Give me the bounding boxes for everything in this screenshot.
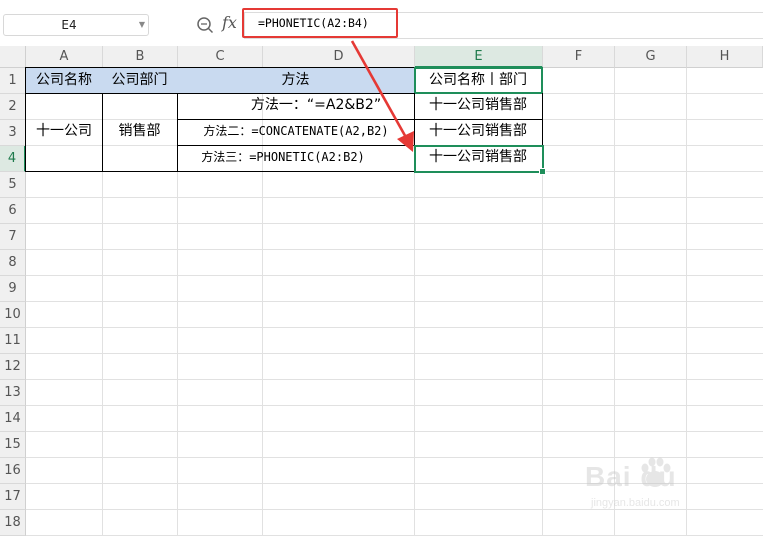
row-header-18[interactable]: 18 [0, 510, 26, 536]
cell-c2[interactable]: 方法一：“=A2&B2” [177, 93, 415, 120]
row-header-1[interactable]: 1 [0, 68, 26, 94]
gridline-horizontal [26, 431, 763, 432]
watermark-subtitle: jingyan.baidu.com [591, 497, 680, 509]
paw-icon [641, 457, 671, 487]
row-header-12[interactable]: 12 [0, 354, 26, 380]
active-cell-outline [414, 145, 544, 173]
column-header-d[interactable]: D [263, 46, 415, 68]
gridline-horizontal [26, 249, 763, 250]
select-all-corner[interactable] [0, 46, 26, 68]
row-header-3[interactable]: 3 [0, 120, 26, 146]
row-header-11[interactable]: 11 [0, 328, 26, 354]
cell-a1[interactable]: 公司名称 [25, 67, 103, 94]
name-box-value: E4 [61, 18, 77, 32]
row-header-8[interactable]: 8 [0, 250, 26, 276]
cell-b2[interactable]: 销售部 [102, 93, 178, 172]
cell-e3[interactable]: 十一公司销售部 [414, 119, 543, 146]
column-header-c[interactable]: C [178, 46, 263, 68]
gridline-horizontal [26, 405, 763, 406]
row-header-15[interactable]: 15 [0, 432, 26, 458]
gridline-horizontal [26, 301, 763, 302]
cell-e1[interactable]: 公司名称丨部门 [414, 67, 543, 94]
row-header-4[interactable]: 4 [0, 146, 26, 172]
row-header-6[interactable]: 6 [0, 198, 26, 224]
cell-c3[interactable]: 方法二：=CONCATENATE(A2,B2) [177, 119, 415, 146]
cell-b1[interactable]: 公司部门 [102, 67, 178, 94]
cell-e2[interactable]: 十一公司销售部 [414, 93, 543, 120]
column-header-f[interactable]: F [543, 46, 615, 68]
row-header-17[interactable]: 17 [0, 484, 26, 510]
row-header-16[interactable]: 16 [0, 458, 26, 484]
column-header-h[interactable]: H [687, 46, 763, 68]
zoom-icon[interactable] [196, 16, 214, 34]
gridline-horizontal [26, 197, 763, 198]
column-header-a[interactable]: A [26, 46, 103, 68]
gridline-horizontal [26, 223, 763, 224]
fx-icon[interactable]: fx [222, 13, 237, 32]
column-header-e[interactable]: E [415, 46, 543, 68]
cell-c1[interactable]: 方法 [177, 67, 415, 94]
fill-handle[interactable] [539, 168, 546, 175]
formula-bar: E4 ▼ fx =PHONETIC(A2:B4) [0, 0, 763, 47]
gridline-horizontal [26, 353, 763, 354]
column-header-g[interactable]: G [615, 46, 687, 68]
cell-c4[interactable]: 方法三：=PHONETIC(A2:B2) [177, 145, 415, 172]
column-header-b[interactable]: B [103, 46, 178, 68]
gridline-horizontal [26, 327, 763, 328]
name-box[interactable]: E4 ▼ [3, 14, 149, 36]
row-header-14[interactable]: 14 [0, 406, 26, 432]
row-header-2[interactable]: 2 [0, 94, 26, 120]
row-header-7[interactable]: 7 [0, 224, 26, 250]
row-header-9[interactable]: 9 [0, 276, 26, 302]
formula-highlight-box [242, 8, 398, 38]
row-header-10[interactable]: 10 [0, 302, 26, 328]
row-header-5[interactable]: 5 [0, 172, 26, 198]
gridline-horizontal [26, 379, 763, 380]
baidu-watermark: Bai du jingyan.baidu.com [585, 455, 735, 520]
chevron-down-icon[interactable]: ▼ [139, 15, 145, 35]
row-header-13[interactable]: 13 [0, 380, 26, 406]
cell-a2[interactable]: 十一公司 [25, 93, 103, 172]
gridline-horizontal [26, 275, 763, 276]
